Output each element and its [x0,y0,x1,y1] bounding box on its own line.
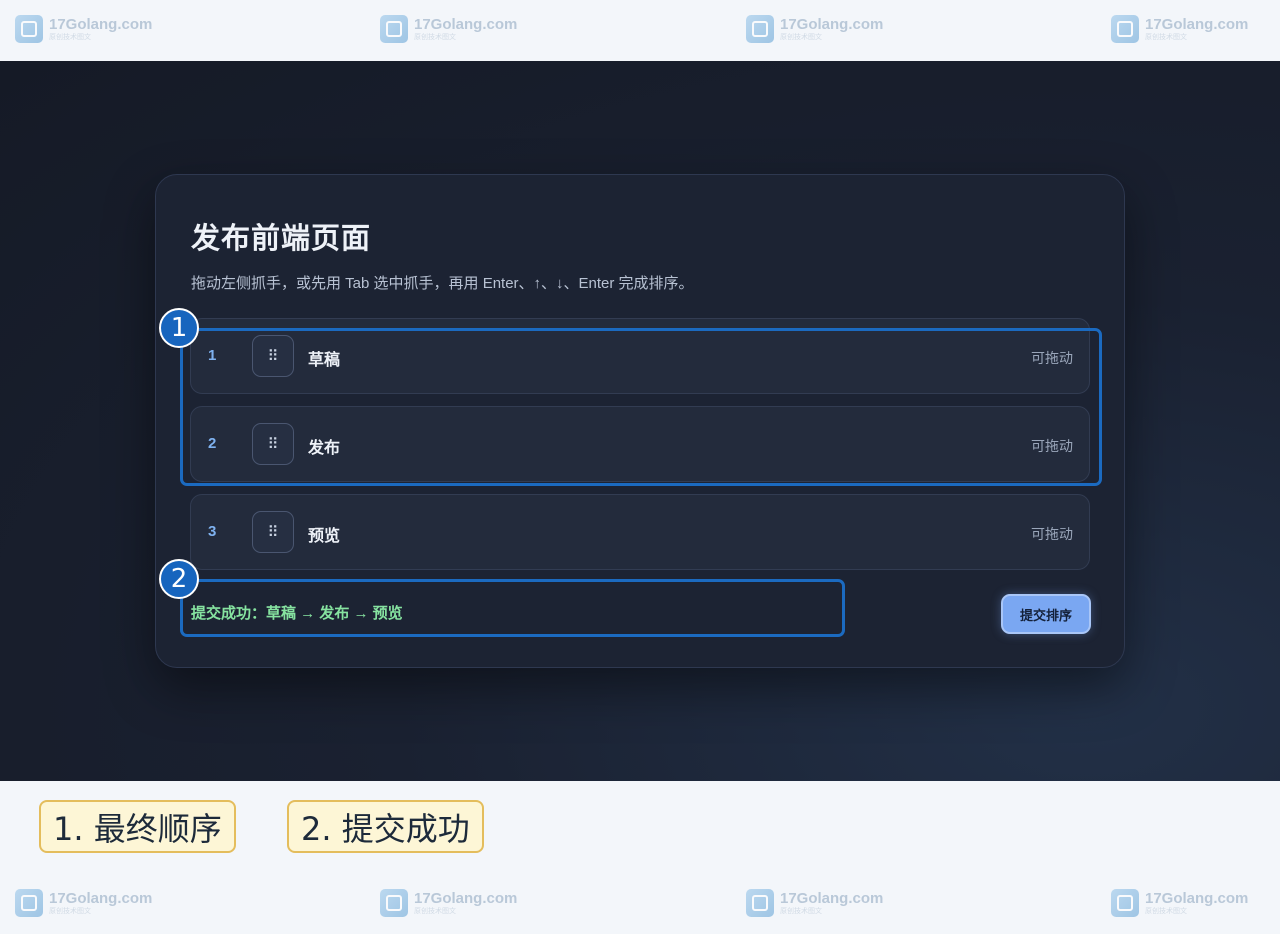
watermark: 17Golang.com 原创技术图文 [746,15,883,43]
watermark-logo-icon [15,15,43,43]
watermark-strip-bottom: 17Golang.com 原创技术图文 17Golang.com 原创技术图文 17… [0,874,1280,934]
watermark-title: 17Golang.com [780,890,884,907]
callout-badge-2: 2 [159,559,199,599]
watermark-logo-icon [746,889,774,917]
legend-submit-success: 2. 提交成功 [287,800,484,853]
watermark-subtitle: 原创技术图文 [780,908,822,915]
watermark: 17Golang.com 原创技术图文 [15,889,152,917]
watermark-logo-icon [380,15,408,43]
submit-order-button[interactable]: 提交排序 [1001,594,1091,634]
watermark-subtitle: 原创技术图文 [414,908,456,915]
watermark-logo-icon [1111,15,1139,43]
drag-handle-icon[interactable]: ⠿ [252,511,294,553]
watermark: 17Golang.com 原创技术图文 [380,15,517,43]
watermark-title: 17Golang.com [780,16,884,33]
watermark: 17Golang.com 原创技术图文 [1111,15,1248,43]
legend-final-order: 1. 最终顺序 [39,800,236,853]
item-number: 3 [208,523,217,540]
watermark: 17Golang.com 原创技术图文 [380,889,517,917]
watermark-title: 17Golang.com [1145,16,1249,33]
watermark-logo-icon [1111,889,1139,917]
watermark-title: 17Golang.com [1145,890,1249,907]
watermark-title: 17Golang.com [49,890,153,907]
callout-box-submit-success [180,579,845,637]
item-label: 预览 [308,528,341,545]
watermark-subtitle: 原创技术图文 [780,34,822,41]
watermark-title: 17Golang.com [414,16,518,33]
watermark-subtitle: 原创技术图文 [1145,34,1187,41]
watermark-logo-icon [380,889,408,917]
watermark-logo-icon [746,15,774,43]
watermark-subtitle: 原创技术图文 [49,34,91,41]
watermark-logo-icon [15,889,43,917]
sortable-item-preview[interactable]: 3 ⠿ 预览 可拖动 [190,494,1090,570]
watermark-title: 17Golang.com [49,16,153,33]
watermark-subtitle: 原创技术图文 [414,34,456,41]
callout-badge-1: 1 [159,308,199,348]
draggable-tag: 可拖动 [1031,526,1073,542]
watermark: 17Golang.com 原创技术图文 [15,15,152,43]
watermark-strip-top: 17Golang.com 原创技术图文 17Golang.com 原创技术图文 17… [0,0,1280,60]
callout-box-final-order [180,328,1102,486]
watermark-title: 17Golang.com [414,890,518,907]
watermark: 17Golang.com 原创技术图文 [1111,889,1248,917]
watermark-subtitle: 原创技术图文 [1145,908,1187,915]
watermark-subtitle: 原创技术图文 [49,908,91,915]
instructions-text: 拖动左侧抓手，或先用 Tab 选中抓手，再用 Enter、↑、↓、Enter 完… [191,275,694,292]
watermark: 17Golang.com 原创技术图文 [746,889,883,917]
page-title: 发布前端页面 [191,223,372,255]
